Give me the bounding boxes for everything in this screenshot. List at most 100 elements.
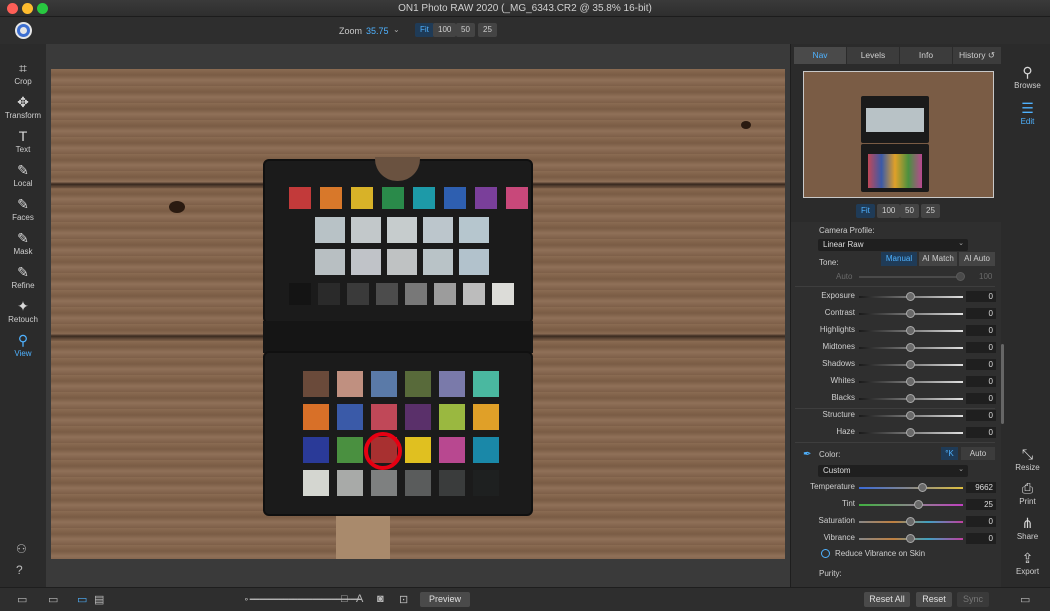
nav-zoom-50-button[interactable]: 50: [900, 204, 919, 218]
slider-knob[interactable]: [906, 360, 915, 369]
tool-local[interactable]: ✎ Local: [0, 162, 46, 188]
camera-profile-value: Linear Raw: [823, 240, 864, 249]
tab-nav[interactable]: Nav: [794, 47, 846, 64]
slider-knob[interactable]: [906, 377, 915, 386]
text-overlay-icon[interactable]: A: [356, 593, 363, 605]
module-edit[interactable]: ☰ Edit: [1005, 100, 1050, 126]
module-print[interactable]: ⎙ Print: [1005, 480, 1050, 506]
zoom-fit-button[interactable]: Fit: [415, 23, 434, 37]
mask-overlay-icon[interactable]: □: [341, 593, 348, 605]
user-icon[interactable]: ⚇: [16, 542, 27, 556]
reset-button[interactable]: Reset: [916, 592, 952, 607]
tool-mask[interactable]: ✎ Mask: [0, 230, 46, 256]
slider-value[interactable]: 0: [966, 308, 996, 319]
module-resize[interactable]: ⤡ Resize: [1005, 446, 1050, 472]
reset-all-button[interactable]: Reset All: [864, 592, 910, 607]
nav-zoom-100-button[interactable]: 100: [877, 204, 901, 218]
zoom-label: Zoom: [339, 26, 363, 36]
tone-ai-match-button[interactable]: AI Match: [919, 252, 957, 266]
navigator-thumbnail[interactable]: [803, 71, 994, 198]
eyedropper-icon[interactable]: ✒: [803, 449, 811, 460]
color-auto-button[interactable]: Auto: [961, 447, 995, 460]
slider-value[interactable]: 0: [966, 427, 996, 438]
slider-value[interactable]: 0: [966, 516, 996, 527]
tab-history[interactable]: History ↺: [953, 47, 1001, 64]
zoom-25-button[interactable]: 25: [478, 23, 497, 37]
tool-transform[interactable]: ✥ Transform: [0, 94, 46, 120]
sync-button[interactable]: Sync: [957, 592, 989, 607]
tool-faces[interactable]: ✎ Faces: [0, 196, 46, 222]
slider-knob[interactable]: [906, 394, 915, 403]
on1-logo-icon[interactable]: [15, 22, 32, 39]
slider-knob[interactable]: [906, 517, 915, 526]
help-icon[interactable]: ?: [16, 563, 23, 577]
zoom-100-button[interactable]: 100: [433, 23, 457, 37]
slider-value[interactable]: 25: [966, 499, 996, 510]
auto-slider-track[interactable]: [859, 276, 959, 278]
slider-knob[interactable]: [906, 326, 915, 335]
single-view-icon[interactable]: ▭: [77, 593, 87, 606]
module-label: Export: [1015, 567, 1040, 576]
circle-overlay-icon[interactable]: ◙: [377, 593, 384, 605]
chevron-down-icon: ⌄: [958, 240, 964, 247]
zoom-value[interactable]: 35.75: [366, 26, 389, 36]
nav-zoom-25-button[interactable]: 25: [921, 204, 940, 218]
slider-value[interactable]: 0: [966, 359, 996, 370]
card-hinge: [263, 321, 533, 353]
tool-retouch[interactable]: ✦ Retouch: [0, 298, 46, 324]
image-canvas[interactable]: [46, 44, 790, 587]
tool-text[interactable]: T Text: [0, 128, 46, 154]
slider-label: Haze: [836, 427, 855, 436]
kelvin-toggle[interactable]: °K: [941, 447, 958, 460]
slider-knob[interactable]: [906, 309, 915, 318]
color-swatch: [382, 187, 404, 209]
preview-button[interactable]: Preview: [420, 592, 470, 607]
auto-slider-knob[interactable]: [956, 272, 965, 281]
toggle-left-panel-icon[interactable]: ▭: [17, 593, 27, 606]
vibrance-skin-checkbox[interactable]: [821, 549, 830, 558]
slider-value[interactable]: 0: [966, 376, 996, 387]
color-swatch: [371, 404, 397, 430]
module-browse[interactable]: ⚲ Browse: [1005, 64, 1050, 90]
module-label: Print: [1019, 497, 1036, 506]
slider-track[interactable]: [859, 504, 963, 506]
slider-value[interactable]: 0: [966, 533, 996, 544]
tool-crop[interactable]: ⌗ Crop: [0, 60, 46, 86]
panel-scrollbar[interactable]: [1001, 344, 1004, 424]
slider-value[interactable]: 9662: [966, 482, 996, 493]
slider-value[interactable]: 0: [966, 393, 996, 404]
slider-knob[interactable]: [906, 534, 915, 543]
tab-info[interactable]: Info: [900, 47, 952, 64]
filmstrip-icon[interactable]: ▭: [48, 593, 58, 606]
tool-refine[interactable]: ✎ Refine: [0, 264, 46, 290]
chevron-down-icon[interactable]: ⌄: [393, 25, 400, 34]
slider-track[interactable]: [859, 487, 963, 489]
toggle-right-panel-icon[interactable]: ▭: [1020, 593, 1030, 606]
zoom-50-button[interactable]: 50: [456, 23, 475, 37]
slider-value[interactable]: 0: [966, 410, 996, 421]
gray-swatch: [423, 217, 453, 243]
slider-value[interactable]: 0: [966, 325, 996, 336]
slider-value[interactable]: 0: [966, 291, 996, 302]
module-export[interactable]: ⇪ Export: [1005, 550, 1050, 576]
tool-view[interactable]: ⚲ View: [0, 332, 46, 358]
gray-swatch: [439, 470, 465, 496]
module-share[interactable]: ⋔ Share: [1005, 515, 1050, 541]
mask-view-icon[interactable]: ⊡: [399, 593, 408, 606]
tone-manual-button[interactable]: Manual: [881, 252, 917, 266]
slider-knob[interactable]: [906, 428, 915, 437]
slider-knob[interactable]: [906, 292, 915, 301]
slider-value[interactable]: 0: [966, 342, 996, 353]
tab-levels[interactable]: Levels: [847, 47, 899, 64]
slider-knob[interactable]: [906, 411, 915, 420]
camera-profile-dropdown[interactable]: Linear Raw ⌄: [818, 239, 968, 251]
chevron-down-icon: ⌄: [958, 466, 964, 473]
color-swatch: [405, 371, 431, 397]
print-icon: ⎙: [1021, 480, 1034, 496]
nav-zoom-fit-button[interactable]: Fit: [856, 204, 875, 218]
tone-ai-auto-button[interactable]: AI Auto: [959, 252, 995, 266]
slider-knob[interactable]: [906, 343, 915, 352]
white-balance-dropdown[interactable]: Custom ⌄: [818, 465, 968, 477]
compare-view-icon[interactable]: ▤: [94, 593, 104, 606]
color-swatch: [289, 187, 311, 209]
